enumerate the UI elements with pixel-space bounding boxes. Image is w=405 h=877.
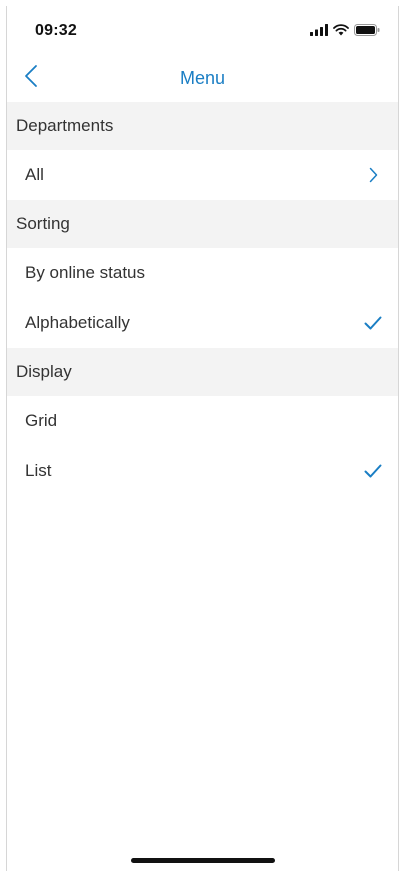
signal-icon [310, 23, 328, 41]
sort-by-online-status-row[interactable]: By online status [7, 248, 398, 298]
home-indicator[interactable] [130, 858, 275, 863]
row-label: Grid [25, 411, 58, 430]
section-header-sorting: Sorting [7, 200, 398, 248]
status-bar: 09:32 [7, 6, 398, 56]
status-time: 09:32 [35, 22, 77, 39]
menu-list: Departments All Sorting By online status… [7, 102, 398, 496]
checkmark-icon [362, 460, 384, 482]
checkmark-icon [362, 312, 384, 334]
nav-bar: Menu [7, 56, 398, 102]
row-label: All [25, 165, 44, 184]
chevron-right-icon [362, 164, 384, 186]
row-label: Alphabetically [25, 313, 130, 332]
row-label: List [25, 461, 52, 480]
sort-alphabetically-row[interactable]: Alphabetically [7, 298, 398, 348]
battery-icon [354, 23, 380, 41]
page-title: Menu [179, 68, 226, 88]
row-label: By online status [25, 263, 146, 282]
wifi-icon [333, 23, 349, 41]
section-header-display: Display [7, 348, 398, 396]
display-grid-row[interactable]: Grid [7, 396, 398, 446]
status-icons [310, 23, 380, 41]
display-list-row[interactable]: List [7, 446, 398, 496]
department-all-row[interactable]: All [7, 150, 398, 200]
phone-screen: 09:32 Menu Departments All Sorting By on… [6, 6, 399, 871]
section-header-departments: Departments [7, 102, 398, 150]
